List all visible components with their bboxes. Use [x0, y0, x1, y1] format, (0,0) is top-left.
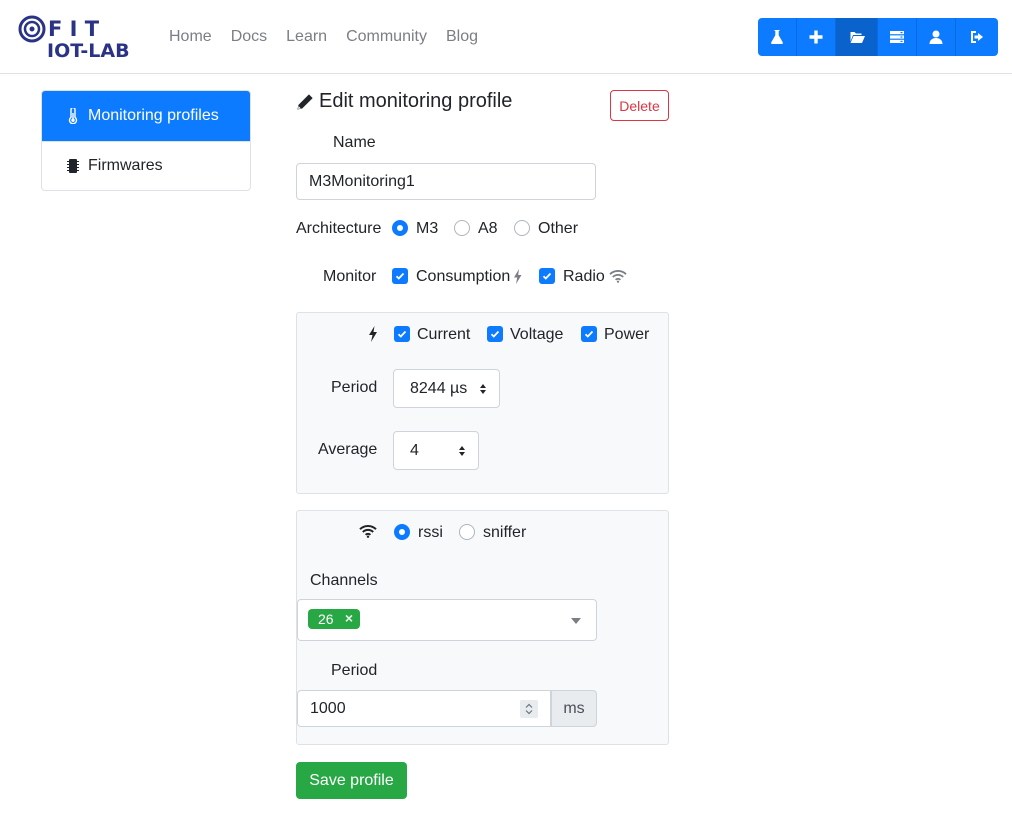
- power-checkbox[interactable]: [581, 326, 597, 342]
- radio-period-unit: ms: [551, 690, 597, 727]
- nodes-button[interactable]: [878, 18, 917, 56]
- name-label: Name: [333, 134, 376, 151]
- user-toolbar: [758, 18, 998, 56]
- save-profile-button[interactable]: Save profile: [296, 762, 407, 799]
- sign-out-icon: [971, 31, 983, 43]
- sidebar-item-label: Monitoring profiles: [88, 107, 219, 124]
- fit-iot-lab-logo[interactable]: F I T IOT-LAB: [18, 14, 142, 62]
- consumption-period-label: Period: [331, 379, 378, 396]
- average-label: Average: [318, 441, 378, 458]
- architecture-label: Architecture: [296, 220, 382, 237]
- svg-text:F I T: F I T: [48, 17, 100, 41]
- user-icon: [929, 30, 943, 44]
- thermometer-icon: [66, 108, 80, 124]
- radio-panel: rssi sniffer Channels 26 × Period 1000 m…: [296, 510, 669, 745]
- dropdown-caret-icon[interactable]: [571, 618, 581, 624]
- current-checkbox[interactable]: [394, 326, 410, 342]
- mode-rssi-radio[interactable]: [394, 524, 410, 540]
- consumption-panel: Current Voltage Power Period 8244 µs Ave…: [296, 312, 669, 494]
- wifi-icon: [609, 270, 627, 283]
- svg-text:IOT-LAB: IOT-LAB: [47, 40, 130, 58]
- sidebar: Monitoring profiles Firmwares: [41, 90, 251, 191]
- bolt-icon: [514, 269, 522, 284]
- architecture-other-radio[interactable]: [514, 220, 530, 236]
- resources-button[interactable]: [836, 18, 878, 56]
- consumption-period-select[interactable]: 8244 µs: [393, 369, 500, 408]
- radio-period-input[interactable]: 1000: [297, 690, 551, 727]
- new-experiment-button[interactable]: [797, 18, 836, 56]
- pencil-icon: [297, 93, 313, 110]
- architecture-a8-label: A8: [478, 220, 498, 237]
- nav-blog[interactable]: Blog: [446, 27, 478, 47]
- average-select[interactable]: 4: [393, 431, 479, 470]
- flask-icon: [771, 30, 783, 44]
- architecture-a8-radio[interactable]: [454, 220, 470, 236]
- voltage-label: Voltage: [510, 326, 564, 343]
- monitor-radio-checkbox[interactable]: [539, 268, 555, 284]
- main-nav: Home Docs Learn Community Blog: [169, 27, 497, 47]
- mode-sniffer-label: sniffer: [483, 524, 527, 541]
- mode-sniffer-radio[interactable]: [459, 524, 475, 540]
- monitor-label: Monitor: [323, 268, 377, 285]
- folder-open-icon: [849, 32, 865, 43]
- page-title: Edit monitoring profile: [296, 90, 512, 113]
- nav-docs[interactable]: Docs: [231, 27, 267, 47]
- monitor-consumption-label: Consumption: [416, 268, 511, 285]
- monitor-consumption-checkbox[interactable]: [392, 268, 408, 284]
- wifi-icon: [359, 525, 377, 538]
- nav-learn[interactable]: Learn: [286, 27, 327, 47]
- remove-tag-icon[interactable]: ×: [345, 610, 353, 626]
- name-input[interactable]: M3Monitoring1: [296, 163, 596, 200]
- architecture-other-label: Other: [538, 220, 579, 237]
- architecture-m3-radio[interactable]: [392, 220, 408, 236]
- sidebar-item-label: Firmwares: [88, 157, 163, 174]
- account-button[interactable]: [917, 18, 956, 56]
- channels-label: Channels: [310, 572, 378, 589]
- server-icon: [890, 31, 904, 43]
- nav-community[interactable]: Community: [346, 27, 427, 47]
- channel-tag: 26 ×: [308, 609, 360, 629]
- monitor-radio-label: Radio: [563, 268, 605, 285]
- nav-home[interactable]: Home: [169, 27, 212, 47]
- plus-icon: [809, 30, 823, 44]
- mode-rssi-label: rssi: [418, 524, 443, 541]
- microchip-icon: [66, 158, 80, 174]
- bolt-icon: [369, 326, 377, 342]
- number-spinner-icon[interactable]: [520, 700, 538, 718]
- experiments-button[interactable]: [758, 18, 797, 56]
- sort-caret-icon: [480, 383, 486, 394]
- current-label: Current: [417, 326, 471, 343]
- sort-caret-icon: [459, 445, 465, 456]
- radio-period-label: Period: [331, 662, 378, 679]
- sidebar-item-firmwares[interactable]: Firmwares: [42, 141, 250, 190]
- architecture-m3-label: M3: [416, 220, 439, 237]
- sidebar-item-monitoring-profiles[interactable]: Monitoring profiles: [42, 91, 250, 141]
- navbar: F I T IOT-LAB Home Docs Learn Community …: [0, 0, 1012, 74]
- logout-button[interactable]: [956, 18, 998, 56]
- voltage-checkbox[interactable]: [487, 326, 503, 342]
- delete-button[interactable]: Delete: [610, 90, 669, 121]
- power-label: Power: [604, 326, 650, 343]
- channels-multiselect[interactable]: 26 ×: [297, 599, 597, 641]
